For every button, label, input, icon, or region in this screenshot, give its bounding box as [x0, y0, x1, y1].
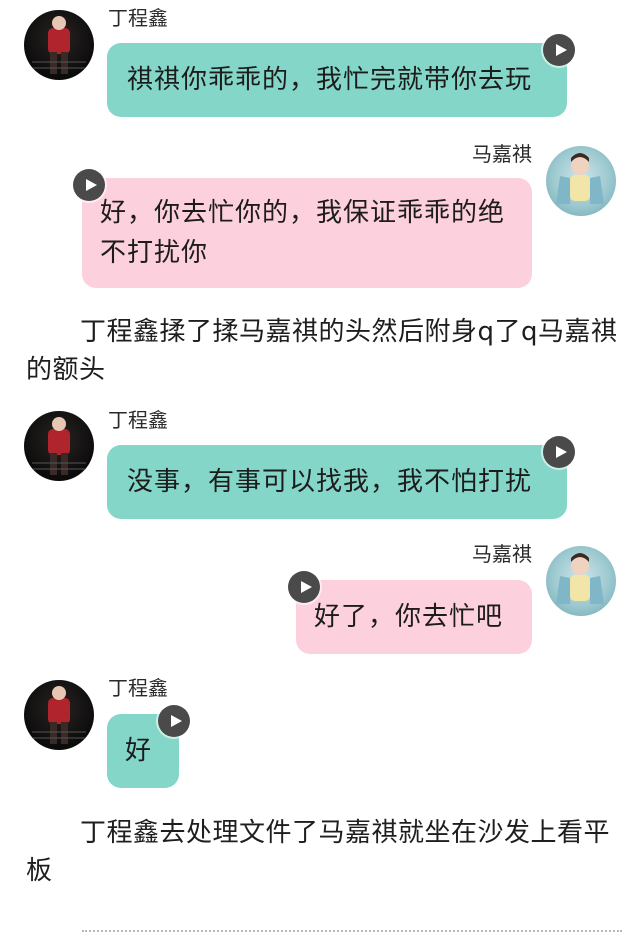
avatar[interactable] [546, 146, 616, 216]
avatar[interactable] [24, 10, 94, 80]
divider [82, 930, 622, 932]
sender-name: 丁程鑫 [108, 6, 168, 30]
message-bubble[interactable]: 好了，你去忙吧 [296, 580, 532, 654]
sender-name: 丁程鑫 [108, 676, 168, 700]
message-bubble[interactable]: 没事，有事可以找我，我不怕打扰 [107, 445, 567, 519]
play-icon[interactable] [158, 705, 190, 737]
sender-name: 马嘉祺 [472, 142, 532, 166]
avatar[interactable] [24, 680, 94, 750]
sender-name: 马嘉祺 [472, 542, 532, 566]
narration-text: 丁程鑫揉了揉马嘉祺的头然后附身q了q马嘉祺的额头 [26, 317, 618, 385]
play-icon[interactable] [543, 436, 575, 468]
play-icon[interactable] [288, 571, 320, 603]
play-icon[interactable] [543, 34, 575, 66]
narration-text: 丁程鑫去处理文件了马嘉祺就坐在沙发上看平板 [26, 818, 611, 886]
avatar[interactable] [24, 411, 94, 481]
sender-name: 丁程鑫 [108, 408, 168, 432]
play-icon[interactable] [73, 169, 105, 201]
avatar[interactable] [546, 546, 616, 616]
message-bubble[interactable]: 祺祺你乖乖的，我忙完就带你去玩 [107, 43, 567, 117]
message-bubble[interactable]: 好，你去忙你的，我保证乖乖的绝不打扰你 [82, 178, 532, 288]
